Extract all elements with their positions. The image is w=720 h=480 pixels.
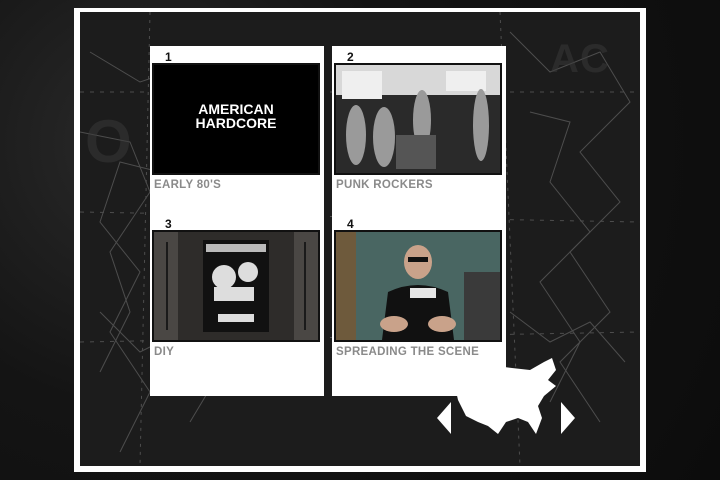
chapter-number: 3 <box>165 217 172 231</box>
thumbnail-title: AMERICAN HARDCORE <box>154 102 318 130</box>
chapter-label[interactable]: DIY <box>154 346 174 358</box>
chapter-thumbnail[interactable] <box>334 63 502 175</box>
chapter-column-left: 1 AMERICAN HARDCORE EARLY 80'S 3 DIY <box>150 46 324 396</box>
chapter-label[interactable]: EARLY 80'S <box>154 179 221 191</box>
chapter-number: 4 <box>347 217 354 231</box>
chapter-number: 2 <box>347 50 354 64</box>
chapter-column-right: 2 PUNK ROCKERS 4 SPREADING THE SCENE <box>332 46 506 396</box>
thumbnail-title-line: AMERICAN <box>198 101 274 117</box>
chapter-thumbnail[interactable] <box>152 230 320 342</box>
chapter-4[interactable]: 4 SPREADING THE SCENE <box>332 213 506 379</box>
chapter-1[interactable]: 1 AMERICAN HARDCORE EARLY 80'S <box>150 46 324 212</box>
chapter-thumbnail[interactable]: AMERICAN HARDCORE <box>152 63 320 175</box>
svg-text:C: C <box>580 37 609 81</box>
next-arrow-icon[interactable] <box>561 402 575 434</box>
previous-arrow-icon[interactable] <box>437 402 451 434</box>
chapter-3[interactable]: 3 DIY <box>150 213 324 379</box>
chapter-thumbnail[interactable] <box>334 230 502 342</box>
chapter-label[interactable]: PUNK ROCKERS <box>336 179 433 191</box>
svg-text:A: A <box>550 37 579 81</box>
usa-map-icon[interactable] <box>452 356 562 438</box>
svg-text:O: O <box>85 108 132 175</box>
chapter-2[interactable]: 2 PUNK ROCKERS <box>332 46 506 212</box>
chapter-number: 1 <box>165 50 172 64</box>
thumbnail-title-line: HARDCORE <box>195 115 277 131</box>
